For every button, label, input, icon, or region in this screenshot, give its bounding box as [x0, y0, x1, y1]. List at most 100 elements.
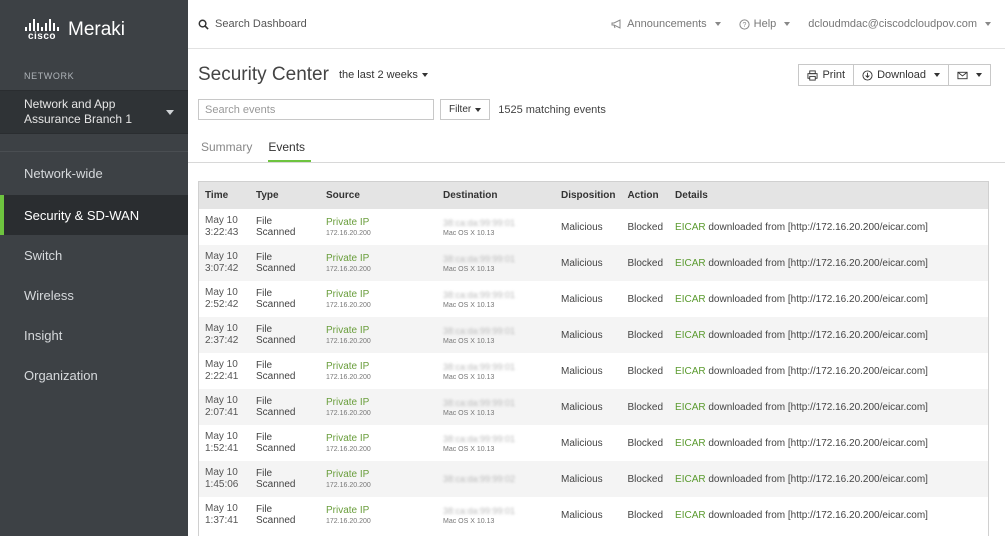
destination-link[interactable]: 38:ca:da:99:99:01 [443, 397, 549, 409]
destination-link[interactable]: 38:ca:da:99:99:01 [443, 289, 549, 301]
table-row[interactable]: May 10 1:45:06 File Scanned Private IP 172.1… [199, 461, 988, 497]
cell-source: Private IP 172.16.20.200 [320, 389, 437, 425]
source-link[interactable]: Private IP [326, 361, 431, 373]
event-time: 2:22:41 [205, 371, 239, 382]
details-link[interactable]: EICAR [675, 294, 706, 305]
details-link[interactable]: EICAR [675, 366, 706, 377]
sidebar-item-wireless[interactable]: Wireless [0, 275, 188, 315]
cell-disposition: Malicious [561, 257, 603, 269]
source-ip: 172.16.20.200 [326, 445, 371, 453]
column-header-type[interactable]: Type [250, 182, 320, 209]
column-header-source[interactable]: Source [320, 182, 437, 209]
chevron-down-icon [934, 73, 940, 77]
tab-summary[interactable]: Summary [201, 136, 252, 162]
details-link[interactable]: EICAR [675, 402, 706, 413]
column-header-details[interactable]: Details [669, 182, 988, 209]
cell-type: File Scanned [256, 468, 296, 490]
table-row[interactable]: May 10 2:22:41 File Scanned Private IP 172.1… [199, 353, 988, 389]
source-link[interactable]: Private IP [326, 289, 431, 301]
column-header-time[interactable]: Time [199, 182, 250, 209]
cell-time: May 10 2:22:41 [199, 353, 250, 389]
sidebar-item-security-sdwan[interactable]: Security & SD-WAN [0, 195, 188, 235]
cisco-wordmark: cisco [27, 30, 57, 42]
destination-link[interactable]: 38:ca:da:99:99:02 [443, 473, 549, 485]
source-link[interactable]: Private IP [326, 253, 431, 265]
column-header-disposition[interactable]: Disposition [555, 182, 621, 209]
details-link[interactable]: EICAR [675, 258, 706, 269]
user-menu[interactable]: dcloudmdac@ciscodcloudpov.com [808, 18, 991, 30]
destination-os: Mac OS X 10.13 [443, 301, 495, 309]
event-time: 2:37:42 [205, 335, 239, 346]
table-row[interactable]: May 10 3:22:43 File Scanned Private IP 172.1… [199, 209, 988, 245]
source-link[interactable]: Private IP [326, 433, 431, 445]
cell-destination: 38:ca:da:99:99:01 Mac OS X 10.13 [437, 281, 555, 317]
cell-source: Private IP 172.16.20.200 [320, 209, 437, 245]
help-menu[interactable]: ? Help [739, 18, 791, 30]
cell-action: Blocked [627, 365, 664, 377]
search-dashboard[interactable]: Search Dashboard [198, 18, 307, 30]
print-button[interactable]: Print [798, 64, 855, 86]
email-button[interactable] [949, 64, 991, 86]
announcements-label: Announcements [627, 18, 707, 30]
details-link[interactable]: EICAR [675, 510, 706, 521]
column-header-destination[interactable]: Destination [437, 182, 555, 209]
details-link[interactable]: EICAR [675, 474, 706, 485]
sidebar-item-insight[interactable]: Insight [0, 315, 188, 355]
cell-destination: 38:ca:da:99:99:01 Mac OS X 10.13 [437, 209, 555, 245]
destination-link[interactable]: 38:ca:da:99:99:01 [443, 505, 549, 517]
source-link[interactable]: Private IP [326, 397, 431, 409]
destination-link[interactable]: 38:ca:da:99:99:01 [443, 325, 549, 337]
help-icon: ? [739, 18, 750, 30]
event-date: May 10 [205, 467, 238, 478]
cell-action: Blocked [627, 329, 664, 341]
event-date: May 10 [205, 287, 238, 298]
cell-destination: 38:ca:da:99:99:01 Mac OS X 10.13 [437, 389, 555, 425]
destination-link[interactable]: 38:ca:da:99:99:01 [443, 361, 549, 373]
chevron-down-icon [475, 107, 482, 112]
source-link[interactable]: Private IP [326, 505, 431, 517]
cell-action: Blocked [627, 473, 664, 485]
help-label: Help [753, 18, 777, 30]
download-button[interactable]: Download [854, 64, 949, 86]
network-name-line2: Assurance Branch 1 [24, 112, 133, 126]
cell-type: File Scanned [256, 504, 296, 526]
source-ip: 172.16.20.200 [326, 409, 371, 417]
cell-time: May 10 3:07:42 [199, 245, 250, 281]
table-row[interactable]: May 10 1:52:41 File Scanned Private IP 172.1… [199, 425, 988, 461]
cell-disposition: Malicious [561, 221, 603, 233]
details-link[interactable]: EICAR [675, 222, 706, 233]
search-events-input[interactable]: Search events [198, 99, 434, 120]
table-row[interactable]: May 10 2:07:41 File Scanned Private IP 172.1… [199, 389, 988, 425]
network-selector[interactable]: Network and App Assurance Branch 1 [0, 90, 188, 134]
filter-button[interactable]: Filter [440, 99, 491, 120]
table-row[interactable]: May 10 3:07:42 File Scanned Private IP 172.1… [199, 245, 988, 281]
source-link[interactable]: Private IP [326, 217, 431, 229]
source-link[interactable]: Private IP [326, 469, 431, 481]
cell-details: EICAR downloaded from [http://172.16.20.… [669, 497, 988, 533]
brand-logo[interactable]: cisco Meraki [0, 0, 188, 60]
sidebar-item-switch[interactable]: Switch [0, 235, 188, 275]
announcements-menu[interactable]: Announcements [611, 18, 721, 30]
destination-link[interactable]: 38:ca:da:99:99:01 [443, 433, 549, 445]
event-date: May 10 [205, 503, 238, 514]
destination-link[interactable]: 38:ca:da:99:99:01 [443, 253, 549, 265]
details-link[interactable]: EICAR [675, 330, 706, 341]
cell-type: File Scanned [256, 288, 296, 310]
sidebar-item-organization[interactable]: Organization [0, 355, 188, 395]
details-link[interactable]: EICAR [675, 438, 706, 449]
table-row[interactable]: May 10 1:37:41 File Scanned Private IP 172.1… [199, 497, 988, 533]
sidebar-item-network-wide[interactable]: Network-wide [0, 151, 188, 195]
column-header-action[interactable]: Action [621, 182, 669, 209]
table-header-row: Time Type Source Destination Disposition… [199, 182, 988, 209]
source-link[interactable]: Private IP [326, 325, 431, 337]
tab-events[interactable]: Events [268, 136, 312, 162]
destination-link[interactable]: 38:ca:da:99:99:01 [443, 217, 549, 229]
top-bar: Search Dashboard Announcements ? Help dc… [188, 0, 1005, 49]
table-row[interactable]: May 10 2:52:42 File Scanned Private IP 172.1… [199, 281, 988, 317]
details-text: downloaded from [http://172.16.20.200/ei… [705, 257, 928, 269]
cell-action: Blocked [627, 293, 664, 305]
cell-source: Private IP 172.16.20.200 [320, 245, 437, 281]
table-row[interactable]: May 10 2:37:42 File Scanned Private IP 172.1… [199, 317, 988, 353]
event-date: May 10 [205, 395, 238, 406]
time-range-select[interactable]: the last 2 weeks [339, 69, 428, 81]
